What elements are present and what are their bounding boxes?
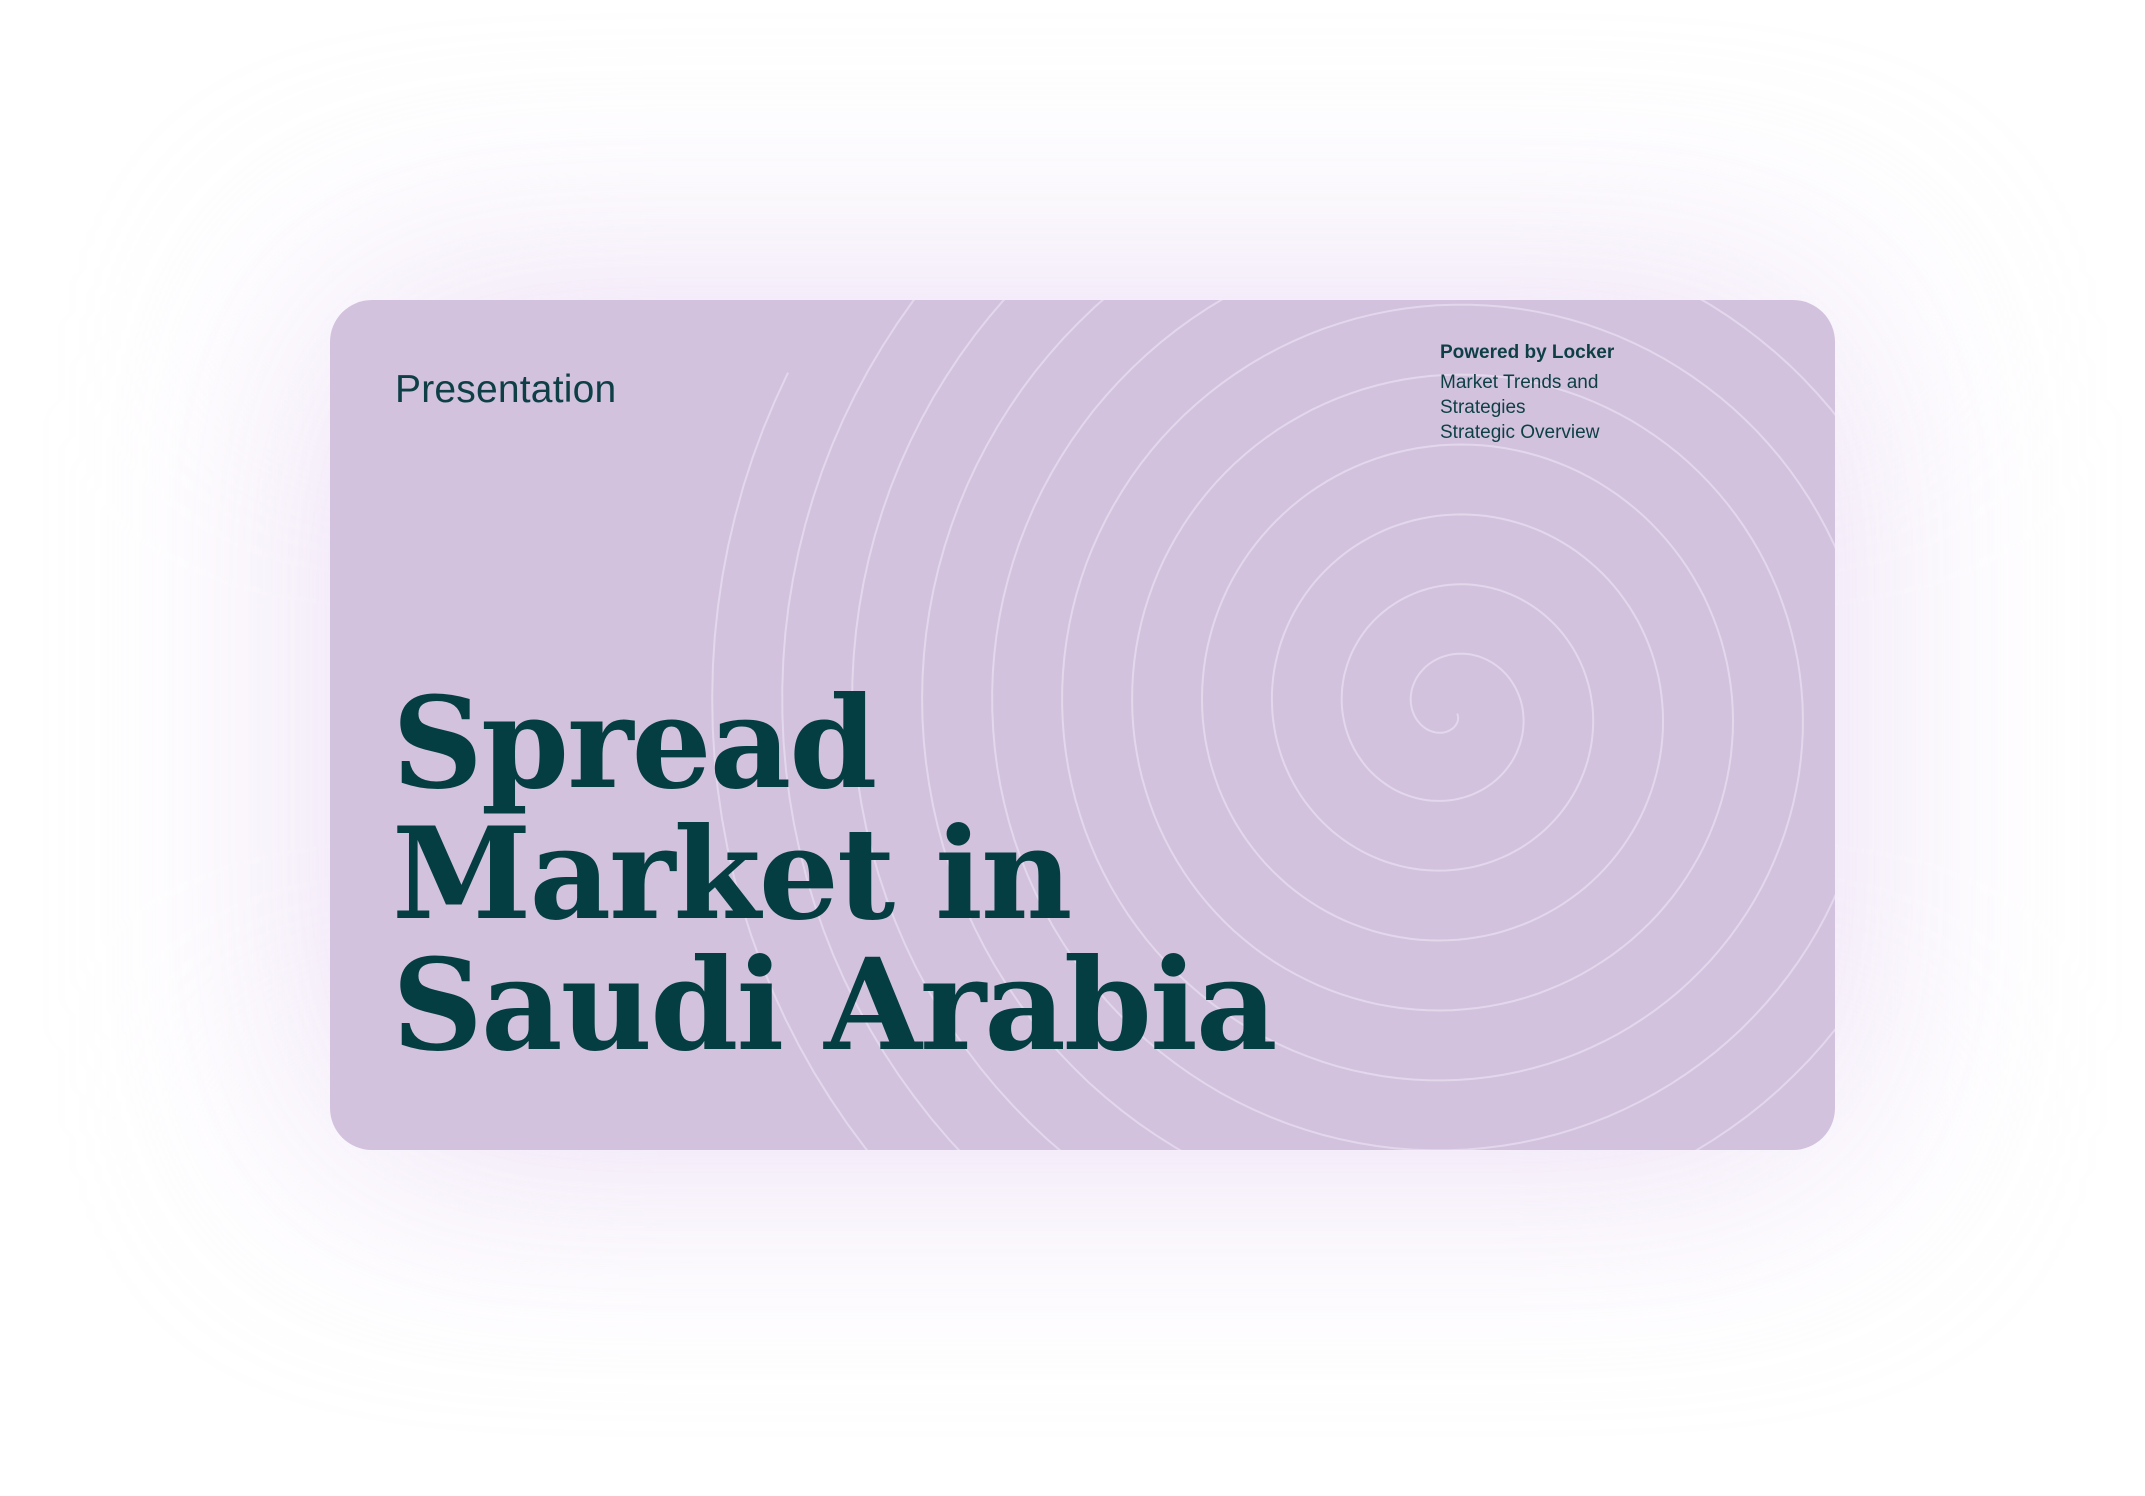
page-canvas: Presentation Powered by Locker Market Tr… [0,0,2145,1496]
powered-by-label: Powered by Locker [1440,342,1615,363]
headline-line-2: Market in [392,800,1073,948]
subtitle-line-1: Market Trends and Strategies [1440,372,1599,418]
meta-block: Powered by Locker Market Trends and Stra… [1440,340,1640,445]
subtitle-line-2: Strategic Overview [1440,422,1600,443]
headline: Spread Market in Saudi Arabia [392,678,1392,1071]
presentation-cover-card: Presentation Powered by Locker Market Tr… [330,300,1835,1150]
eyebrow-label: Presentation [395,368,617,411]
headline-line-1: Spread [392,669,877,817]
headline-line-3: Saudi Arabia [392,931,1277,1079]
